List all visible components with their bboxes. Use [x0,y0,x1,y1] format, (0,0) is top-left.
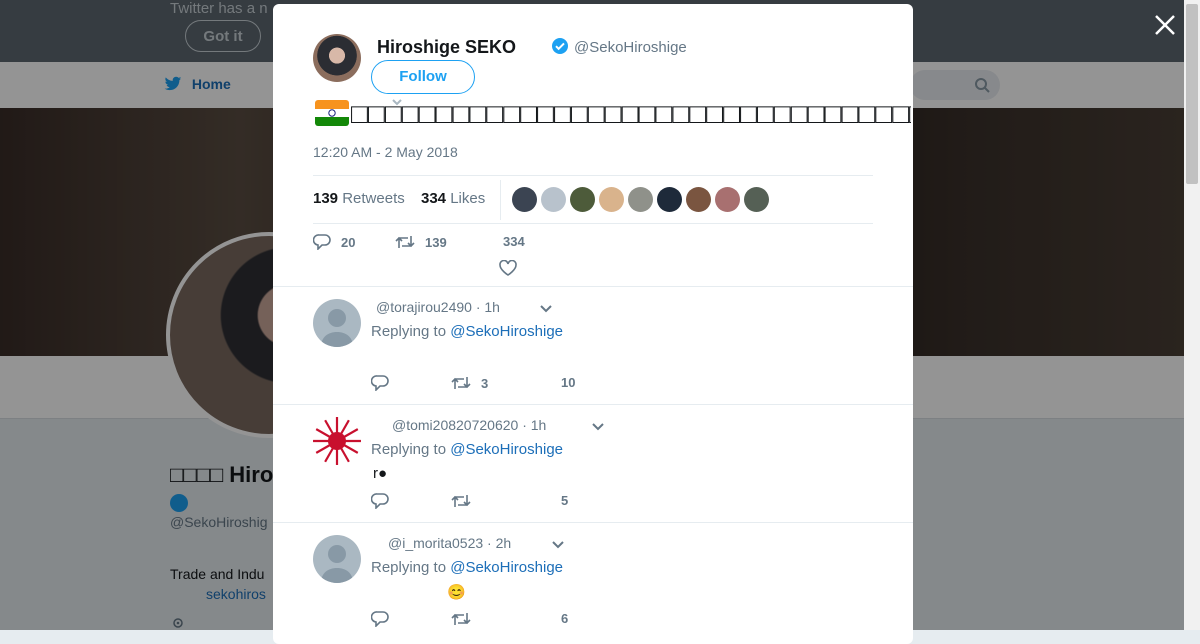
replying-to-link[interactable]: @SekoHiroshige [450,323,563,340]
retweet-count: 3 [481,376,489,391]
reply-action[interactable]: 20 [312,234,356,251]
retweet-action[interactable] [451,493,481,509]
retweet-action[interactable] [451,611,481,627]
liker-avatar[interactable] [686,187,711,212]
like-count: 334 [503,234,525,249]
retweet-action[interactable]: 3 [451,375,488,391]
retweets-count: 139 [313,190,339,207]
replying-prefix: Replying to [371,323,447,340]
liker-avatar[interactable] [657,187,682,212]
reply-action[interactable] [370,375,399,392]
replying-to-link[interactable]: @SekoHiroshige [450,441,563,458]
likes-label: Likes [450,190,486,207]
liker-avatar[interactable] [570,187,595,212]
likes-stat[interactable]: 334 Likes [421,190,485,207]
retweet-icon [451,613,471,625]
reply-time: · 1h [475,299,500,315]
reply-handle: @torajirou2490 [376,299,472,315]
retweet-count: 139 [425,235,447,250]
rising-sun-icon [313,417,361,465]
reply-handle: @tomi20820720620 [392,417,519,433]
reply-item[interactable]: @torajirou2490 · 1h Replying to @SekoHir… [273,286,913,405]
like-action[interactable]: 10 [561,375,575,390]
reply-handle-group[interactable]: @i_morita0523 · 2h [388,535,511,551]
reply-time: · 2h [487,535,512,551]
replying-to-link[interactable]: @SekoHiroshige [450,559,563,576]
tweet-timestamp[interactable]: 12:20 AM - 2 May 2018 [313,144,458,160]
replying-prefix: Replying to [371,559,447,576]
liker-avatar[interactable] [541,187,566,212]
verified-badge-icon [552,38,568,54]
reply-item[interactable]: @tomi20820720620 · 1h Replying to @SekoH… [273,404,913,523]
default-avatar-icon [321,309,353,347]
reply-handle: @i_morita0523 [388,535,484,551]
retweet-action[interactable]: 139 [395,234,447,250]
follow-button[interactable]: Follow [371,60,475,94]
likers-avatars [512,187,773,213]
liker-avatar[interactable] [715,187,740,212]
retweet-icon [451,377,471,389]
reply-avatar[interactable] [313,299,361,347]
reply-handle-group[interactable]: @tomi20820720620 · 1h [392,417,546,433]
india-flag-icon [315,100,349,126]
reply-action[interactable] [370,611,399,628]
liker-avatar[interactable] [599,187,624,212]
reply-count: 20 [341,235,356,250]
author-avatar[interactable] [313,34,361,82]
author-name[interactable]: Hiroshige SEKO [377,37,516,58]
reply-item[interactable]: @i_morita0523 · 2h Replying to @SekoHiro… [273,522,913,641]
retweet-icon [451,495,471,507]
like-action[interactable]: 5 [561,493,568,508]
heart-icon[interactable] [499,260,517,276]
reply-avatar[interactable] [313,535,361,583]
retweet-icon [395,236,415,248]
reply-time: · 1h [522,417,547,433]
scrollbar-thumb[interactable] [1186,4,1198,184]
like-count: 5 [561,493,569,508]
reply-avatar[interactable] [313,417,361,465]
replying-to: Replying to @SekoHiroshige [371,559,563,576]
liker-avatar[interactable] [744,187,769,212]
replying-to: Replying to @SekoHiroshige [371,441,563,458]
like-action[interactable]: 6 [561,611,568,626]
replying-prefix: Replying to [371,441,447,458]
stats-divider [500,180,501,220]
default-avatar-icon [321,545,353,583]
chevron-down-icon[interactable] [592,423,604,431]
reply-handle-group[interactable]: @torajirou2490 · 1h [376,299,500,315]
retweets-label: Retweets [342,190,405,207]
like-action[interactable]: 334 [503,234,525,249]
retweets-stat[interactable]: 139 Retweets [313,190,405,207]
reply-emoji: 😊 [447,584,466,601]
reply-action[interactable] [370,493,399,510]
likes-count: 334 [421,190,447,207]
tweet-modal: Hiroshige SEKO @SekoHiroshige Follow □□□… [273,4,913,644]
author-handle[interactable]: @SekoHiroshige [574,39,687,56]
tweet-text: □□□□□□□□□□□□□□□□□□□□□□□□□□□□□□□□□□□□□□□□… [351,98,911,129]
reply-icon [370,375,389,392]
liker-avatar[interactable] [512,187,537,212]
chevron-down-icon[interactable] [552,541,564,549]
replying-to: Replying to @SekoHiroshige [371,323,563,340]
chevron-down-icon[interactable] [540,305,552,313]
like-count: 10 [561,375,576,390]
reply-icon [312,234,331,251]
liker-avatar[interactable] [628,187,653,212]
close-icon[interactable] [1152,12,1178,38]
reply-icon [370,493,389,510]
tweet-stats: 139 Retweets 334 Likes [313,175,873,224]
like-count: 6 [561,611,569,626]
reply-text: r● [373,465,388,482]
reply-icon [370,611,389,628]
